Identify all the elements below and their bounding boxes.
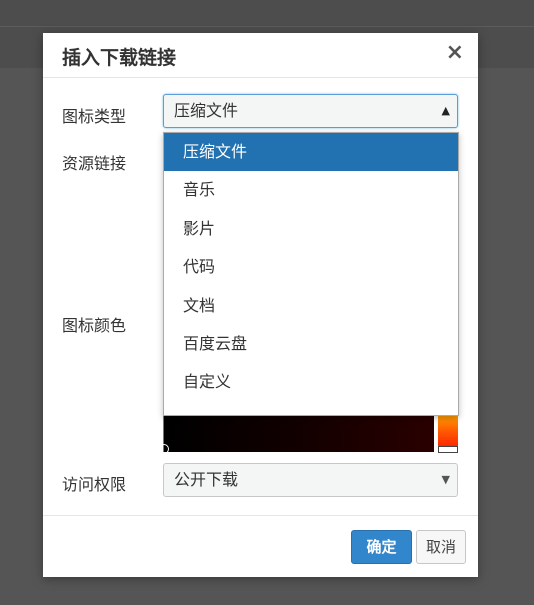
- color-picker-handle[interactable]: [159, 444, 169, 454]
- dialog-title: 插入下载链接: [62, 47, 177, 69]
- caret-up-icon: ▲: [441, 104, 450, 117]
- close-icon[interactable]: ×: [446, 41, 464, 65]
- icon-type-label: 图标类型: [62, 107, 127, 126]
- access-label: 访问权限: [62, 475, 127, 494]
- hue-slider-handle[interactable]: [438, 446, 458, 453]
- icon-type-dropdown: 压缩文件 音乐 影片 代码 文档 百度云盘 自定义: [163, 132, 459, 416]
- color-hue-slider[interactable]: [438, 416, 458, 446]
- resource-link-label: 资源链接: [62, 154, 127, 173]
- dropdown-option-custom[interactable]: 自定义: [164, 363, 458, 401]
- caret-down-icon: ▼: [441, 473, 450, 486]
- dropdown-option-baidu-cloud[interactable]: 百度云盘: [164, 325, 458, 363]
- color-picker-gradient[interactable]: [159, 416, 434, 454]
- dialog-footer: 确定 取消: [43, 515, 478, 578]
- cancel-button[interactable]: 取消: [416, 530, 466, 564]
- icon-type-select-value: 压缩文件: [174, 101, 239, 120]
- icon-color-label: 图标颜色: [62, 316, 127, 335]
- insert-download-link-dialog: 插入下载链接 × 图标类型 压缩文件 ▲ 资源链接 压缩文件 音乐 影片 代码 …: [43, 33, 478, 577]
- access-select-value: 公开下载: [174, 470, 239, 489]
- background-divider: [0, 26, 534, 27]
- dialog-header: 插入下载链接 ×: [43, 33, 478, 78]
- confirm-button[interactable]: 确定: [351, 530, 412, 564]
- dropdown-option-code[interactable]: 代码: [164, 248, 458, 286]
- dropdown-option-zip[interactable]: 压缩文件: [164, 133, 458, 172]
- dropdown-option-video[interactable]: 影片: [164, 210, 458, 248]
- dropdown-option-music[interactable]: 音乐: [164, 171, 458, 209]
- icon-type-select[interactable]: 压缩文件 ▲: [163, 94, 458, 128]
- access-select[interactable]: 公开下载 ▼: [163, 463, 458, 497]
- dropdown-option-document[interactable]: 文档: [164, 287, 458, 325]
